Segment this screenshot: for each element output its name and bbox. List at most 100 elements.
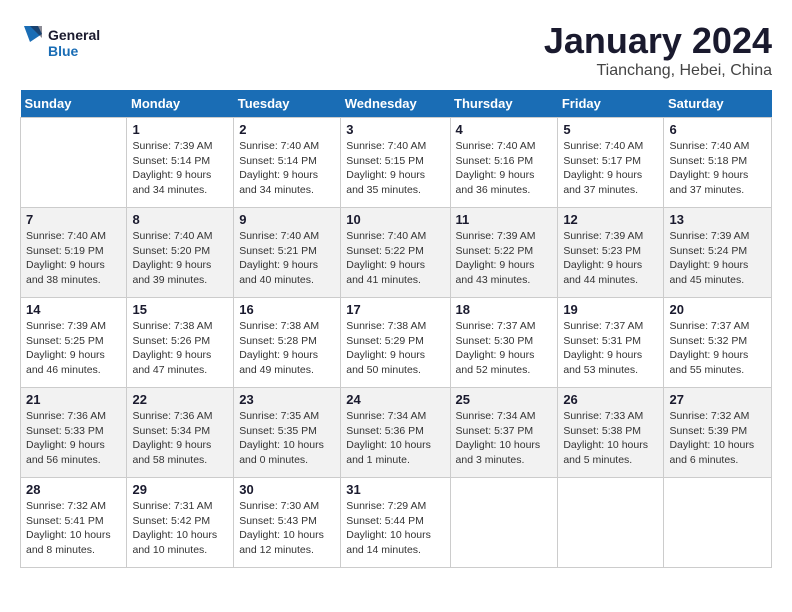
sunset-text: Sunset: 5:23 PM: [563, 245, 641, 257]
calendar-cell: 30 Sunrise: 7:30 AM Sunset: 5:43 PM Dayl…: [234, 478, 341, 568]
calendar-cell: 25 Sunrise: 7:34 AM Sunset: 5:37 PM Dayl…: [450, 388, 558, 478]
sunrise-text: Sunrise: 7:32 AM: [669, 410, 749, 422]
daylight-text: Daylight: 9 hours and 35 minutes.: [346, 169, 425, 196]
sunset-text: Sunset: 5:22 PM: [456, 245, 534, 257]
daylight-text: Daylight: 9 hours and 44 minutes.: [563, 259, 642, 286]
daylight-text: Daylight: 9 hours and 41 minutes.: [346, 259, 425, 286]
sunset-text: Sunset: 5:32 PM: [669, 335, 747, 347]
day-number: 11: [456, 212, 553, 227]
sunset-text: Sunset: 5:42 PM: [132, 515, 210, 527]
calendar-cell: 6 Sunrise: 7:40 AM Sunset: 5:18 PM Dayli…: [664, 118, 772, 208]
day-info: Sunrise: 7:31 AM Sunset: 5:42 PM Dayligh…: [132, 499, 228, 558]
day-number: 18: [456, 302, 553, 317]
day-info: Sunrise: 7:39 AM Sunset: 5:22 PM Dayligh…: [456, 229, 553, 288]
sunrise-text: Sunrise: 7:38 AM: [239, 320, 319, 332]
day-number: 13: [669, 212, 766, 227]
daylight-text: Daylight: 9 hours and 50 minutes.: [346, 349, 425, 376]
day-info: Sunrise: 7:36 AM Sunset: 5:33 PM Dayligh…: [26, 409, 121, 468]
sunset-text: Sunset: 5:14 PM: [132, 155, 210, 167]
sunrise-text: Sunrise: 7:40 AM: [239, 140, 319, 152]
calendar-cell: 16 Sunrise: 7:38 AM Sunset: 5:28 PM Dayl…: [234, 298, 341, 388]
sunset-text: Sunset: 5:21 PM: [239, 245, 317, 257]
sunset-text: Sunset: 5:30 PM: [456, 335, 534, 347]
day-number: 24: [346, 392, 444, 407]
day-info: Sunrise: 7:35 AM Sunset: 5:35 PM Dayligh…: [239, 409, 335, 468]
sunset-text: Sunset: 5:17 PM: [563, 155, 641, 167]
sunset-text: Sunset: 5:35 PM: [239, 425, 317, 437]
calendar-cell: 24 Sunrise: 7:34 AM Sunset: 5:36 PM Dayl…: [341, 388, 450, 478]
day-number: 17: [346, 302, 444, 317]
day-number: 25: [456, 392, 553, 407]
day-info: Sunrise: 7:36 AM Sunset: 5:34 PM Dayligh…: [132, 409, 228, 468]
sunrise-text: Sunrise: 7:34 AM: [346, 410, 426, 422]
location-subtitle: Tianchang, Hebei, China: [544, 62, 772, 80]
daylight-text: Daylight: 9 hours and 53 minutes.: [563, 349, 642, 376]
sunrise-text: Sunrise: 7:31 AM: [132, 500, 212, 512]
calendar-cell: 17 Sunrise: 7:38 AM Sunset: 5:29 PM Dayl…: [341, 298, 450, 388]
day-info: Sunrise: 7:34 AM Sunset: 5:36 PM Dayligh…: [346, 409, 444, 468]
calendar-cell: [450, 478, 558, 568]
calendar-cell: 27 Sunrise: 7:32 AM Sunset: 5:39 PM Dayl…: [664, 388, 772, 478]
day-number: 16: [239, 302, 335, 317]
daylight-text: Daylight: 10 hours and 0 minutes.: [239, 439, 324, 466]
day-info: Sunrise: 7:37 AM Sunset: 5:30 PM Dayligh…: [456, 319, 553, 378]
day-info: Sunrise: 7:32 AM Sunset: 5:39 PM Dayligh…: [669, 409, 766, 468]
sunrise-text: Sunrise: 7:36 AM: [26, 410, 106, 422]
day-number: 1: [132, 122, 228, 137]
calendar-week-row: 7 Sunrise: 7:40 AM Sunset: 5:19 PM Dayli…: [21, 208, 772, 298]
sunset-text: Sunset: 5:18 PM: [669, 155, 747, 167]
calendar-cell: 18 Sunrise: 7:37 AM Sunset: 5:30 PM Dayl…: [450, 298, 558, 388]
daylight-text: Daylight: 10 hours and 8 minutes.: [26, 529, 111, 556]
calendar-cell: 13 Sunrise: 7:39 AM Sunset: 5:24 PM Dayl…: [664, 208, 772, 298]
day-info: Sunrise: 7:40 AM Sunset: 5:14 PM Dayligh…: [239, 139, 335, 198]
day-info: Sunrise: 7:40 AM Sunset: 5:16 PM Dayligh…: [456, 139, 553, 198]
weekday-tuesday: Tuesday: [234, 90, 341, 118]
daylight-text: Daylight: 9 hours and 40 minutes.: [239, 259, 318, 286]
calendar-cell: 1 Sunrise: 7:39 AM Sunset: 5:14 PM Dayli…: [127, 118, 234, 208]
day-number: 4: [456, 122, 553, 137]
sunrise-text: Sunrise: 7:39 AM: [669, 230, 749, 242]
sunset-text: Sunset: 5:36 PM: [346, 425, 424, 437]
day-info: Sunrise: 7:38 AM Sunset: 5:28 PM Dayligh…: [239, 319, 335, 378]
sunset-text: Sunset: 5:22 PM: [346, 245, 424, 257]
sunset-text: Sunset: 5:37 PM: [456, 425, 534, 437]
sunset-text: Sunset: 5:39 PM: [669, 425, 747, 437]
calendar-cell: 23 Sunrise: 7:35 AM Sunset: 5:35 PM Dayl…: [234, 388, 341, 478]
day-info: Sunrise: 7:38 AM Sunset: 5:26 PM Dayligh…: [132, 319, 228, 378]
day-info: Sunrise: 7:39 AM Sunset: 5:24 PM Dayligh…: [669, 229, 766, 288]
day-info: Sunrise: 7:37 AM Sunset: 5:31 PM Dayligh…: [563, 319, 658, 378]
sunrise-text: Sunrise: 7:32 AM: [26, 500, 106, 512]
sunset-text: Sunset: 5:16 PM: [456, 155, 534, 167]
day-number: 22: [132, 392, 228, 407]
sunset-text: Sunset: 5:25 PM: [26, 335, 104, 347]
sunset-text: Sunset: 5:14 PM: [239, 155, 317, 167]
calendar-cell: 15 Sunrise: 7:38 AM Sunset: 5:26 PM Dayl…: [127, 298, 234, 388]
calendar-cell: [664, 478, 772, 568]
sunset-text: Sunset: 5:28 PM: [239, 335, 317, 347]
calendar-week-row: 28 Sunrise: 7:32 AM Sunset: 5:41 PM Dayl…: [21, 478, 772, 568]
calendar-cell: 7 Sunrise: 7:40 AM Sunset: 5:19 PM Dayli…: [21, 208, 127, 298]
sunrise-text: Sunrise: 7:40 AM: [456, 140, 536, 152]
sunrise-text: Sunrise: 7:40 AM: [26, 230, 106, 242]
daylight-text: Daylight: 9 hours and 45 minutes.: [669, 259, 748, 286]
calendar-cell: 12 Sunrise: 7:39 AM Sunset: 5:23 PM Dayl…: [558, 208, 664, 298]
calendar-cell: 20 Sunrise: 7:37 AM Sunset: 5:32 PM Dayl…: [664, 298, 772, 388]
calendar-cell: 2 Sunrise: 7:40 AM Sunset: 5:14 PM Dayli…: [234, 118, 341, 208]
sunset-text: Sunset: 5:15 PM: [346, 155, 424, 167]
weekday-monday: Monday: [127, 90, 234, 118]
sunrise-text: Sunrise: 7:39 AM: [26, 320, 106, 332]
sunrise-text: Sunrise: 7:40 AM: [346, 140, 426, 152]
day-number: 8: [132, 212, 228, 227]
sunrise-text: Sunrise: 7:36 AM: [132, 410, 212, 422]
sunset-text: Sunset: 5:34 PM: [132, 425, 210, 437]
calendar-cell: 8 Sunrise: 7:40 AM Sunset: 5:20 PM Dayli…: [127, 208, 234, 298]
daylight-text: Daylight: 10 hours and 14 minutes.: [346, 529, 431, 556]
daylight-text: Daylight: 10 hours and 5 minutes.: [563, 439, 648, 466]
title-block: January 2024 Tianchang, Hebei, China: [544, 20, 772, 80]
sunset-text: Sunset: 5:44 PM: [346, 515, 424, 527]
day-number: 28: [26, 482, 121, 497]
day-info: Sunrise: 7:32 AM Sunset: 5:41 PM Dayligh…: [26, 499, 121, 558]
day-number: 3: [346, 122, 444, 137]
day-number: 5: [563, 122, 658, 137]
sunrise-text: Sunrise: 7:38 AM: [346, 320, 426, 332]
